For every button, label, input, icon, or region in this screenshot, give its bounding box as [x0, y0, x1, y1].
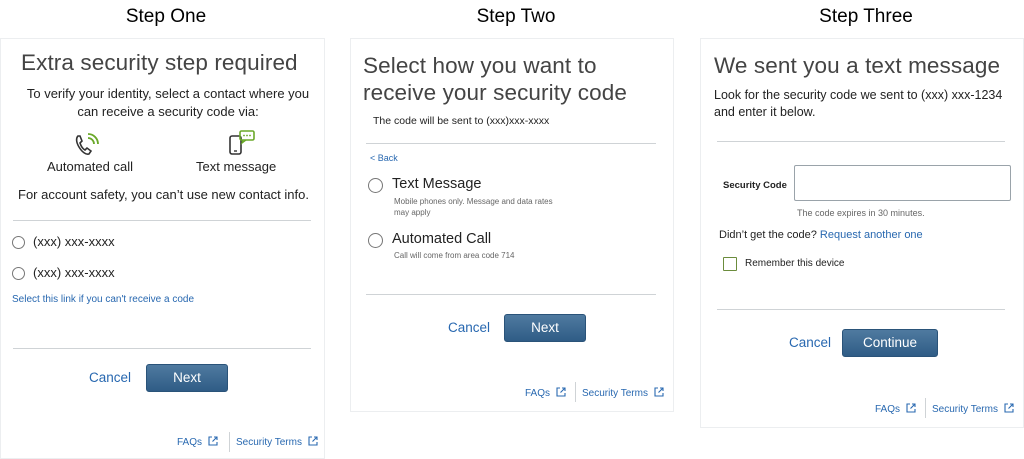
divider — [366, 143, 656, 144]
faqs-link[interactable]: FAQs — [525, 387, 566, 399]
divider — [717, 141, 1005, 142]
contact-2-label: (xxx) xxx-xxxx — [33, 265, 115, 280]
page-title: Extra security step required — [21, 50, 298, 75]
didnt-get-code-text: Didn’t get the code? Request another one — [719, 229, 923, 241]
footer-divider — [925, 398, 926, 418]
cancel-button[interactable]: Cancel — [789, 335, 831, 350]
divider — [13, 220, 311, 221]
next-button[interactable]: Next — [146, 364, 228, 392]
code-destination-text: The code will be sent to (xxx)xxx-xxxx — [373, 115, 550, 127]
remember-device-label: Remember this device — [745, 258, 845, 269]
text-message-option-label: Text Message — [392, 176, 482, 192]
step-three-panel: We sent you a text message Look for the … — [700, 38, 1024, 428]
text-message-label: Text message — [196, 159, 277, 174]
mobile-message-icon — [227, 129, 257, 159]
contact-option-1[interactable]: (xxx) xxx-xxxx — [12, 234, 212, 252]
contact-1-label: (xxx) xxx-xxxx — [33, 234, 115, 249]
contact-2-radio[interactable] — [12, 267, 25, 280]
external-link-icon — [208, 436, 218, 446]
intro-text: Look for the security code we sent to (x… — [714, 88, 1003, 119]
external-link-icon — [556, 387, 566, 397]
text-message-option-desc: Mobile phones only. Message and data rat… — [394, 197, 553, 217]
cancel-button[interactable]: Cancel — [89, 370, 131, 385]
automated-call-option-label: Automated Call — [392, 231, 492, 247]
didnt-get-code-label: Didn’t get the code? — [719, 229, 817, 241]
phone-call-icon — [73, 130, 103, 158]
faqs-label: FAQs — [525, 388, 551, 399]
external-link-icon — [906, 403, 916, 413]
divider — [13, 348, 311, 349]
request-another-code-link[interactable]: Request another one — [820, 229, 923, 241]
back-link[interactable]: < Back — [370, 153, 398, 163]
security-terms-label: Security Terms — [932, 404, 998, 415]
automated-call-label: Automated call — [47, 159, 133, 174]
footer-divider — [229, 432, 230, 452]
security-terms-link[interactable]: Security Terms — [932, 403, 1014, 415]
text-message-radio[interactable] — [368, 178, 383, 193]
external-link-icon — [654, 387, 664, 397]
next-button[interactable]: Next — [504, 314, 586, 342]
step-one-heading: Step One — [125, 6, 207, 27]
footer-divider — [575, 382, 576, 402]
automated-call-option[interactable]: Automated Call Call will come from area … — [368, 231, 588, 261]
page-title: We sent you a text message — [714, 53, 1001, 78]
remember-device-option[interactable]: Remember this device — [723, 257, 923, 273]
divider — [717, 309, 1005, 310]
faqs-label: FAQs — [177, 437, 203, 448]
external-link-icon — [308, 436, 318, 446]
text-message-option[interactable]: Text Message Mobile phones only. Message… — [368, 176, 588, 218]
security-terms-label: Security Terms — [582, 388, 648, 399]
faqs-label: FAQs — [875, 404, 901, 415]
contact-1-radio[interactable] — [12, 236, 25, 249]
security-terms-link[interactable]: Security Terms — [582, 387, 664, 399]
automated-call-radio[interactable] — [368, 233, 383, 248]
page-title: Select how you want to receive your secu… — [363, 53, 627, 105]
external-link-icon — [1004, 403, 1014, 413]
code-expiry-note: The code expires in 30 minutes. — [797, 208, 925, 218]
faqs-link[interactable]: FAQs — [177, 436, 218, 448]
step-two-heading: Step Two — [476, 6, 556, 27]
security-terms-link[interactable]: Security Terms — [236, 436, 318, 448]
cant-receive-code-link[interactable]: Select this link if you can't receive a … — [12, 294, 194, 305]
contact-option-2[interactable]: (xxx) xxx-xxxx — [12, 265, 212, 283]
automated-call-option-desc: Call will come from area code 714 — [394, 251, 515, 260]
step-three-heading: Step Three — [819, 6, 913, 27]
cancel-button[interactable]: Cancel — [448, 320, 490, 335]
step-one-panel: Extra security step required To verify y… — [0, 38, 325, 459]
divider — [366, 294, 656, 295]
step-two-panel: Select how you want to receive your secu… — [350, 38, 674, 412]
safety-note: For account safety, you can’t use new co… — [18, 187, 309, 202]
security-code-input[interactable] — [794, 165, 1011, 201]
remember-device-checkbox[interactable] — [723, 257, 737, 271]
intro-text: To verify your identity, select a contac… — [26, 86, 310, 119]
security-code-label: Security Code — [723, 180, 787, 191]
security-terms-label: Security Terms — [236, 437, 302, 448]
faqs-link[interactable]: FAQs — [875, 403, 916, 415]
continue-button[interactable]: Continue — [842, 329, 938, 357]
